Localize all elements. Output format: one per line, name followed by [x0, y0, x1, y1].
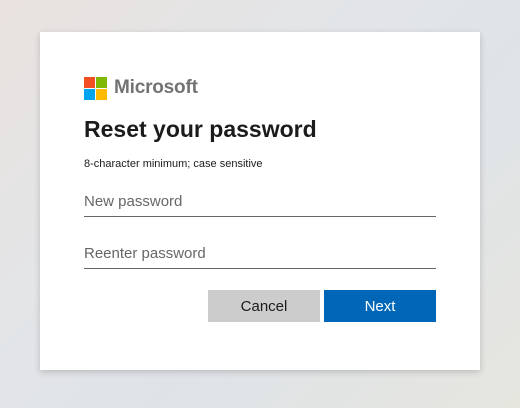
reset-password-card: Microsoft Reset your password 8-characte…: [40, 32, 480, 370]
page-title: Reset your password: [84, 116, 317, 142]
microsoft-logo-icon: [84, 76, 107, 100]
logo-square-yellow: [96, 88, 107, 100]
cancel-button[interactable]: Cancel: [208, 290, 320, 322]
new-password-input[interactable]: [84, 186, 436, 217]
logo-square-red: [84, 76, 95, 88]
logo-square-green: [96, 76, 107, 88]
password-requirements: 8-character minimum; case sensitive: [84, 158, 263, 170]
logo-square-blue: [84, 88, 95, 100]
reenter-password-input[interactable]: [84, 238, 436, 269]
next-button[interactable]: Next: [324, 290, 436, 322]
logo-text: Microsoft: [114, 77, 198, 98]
microsoft-logo: Microsoft: [84, 76, 198, 100]
